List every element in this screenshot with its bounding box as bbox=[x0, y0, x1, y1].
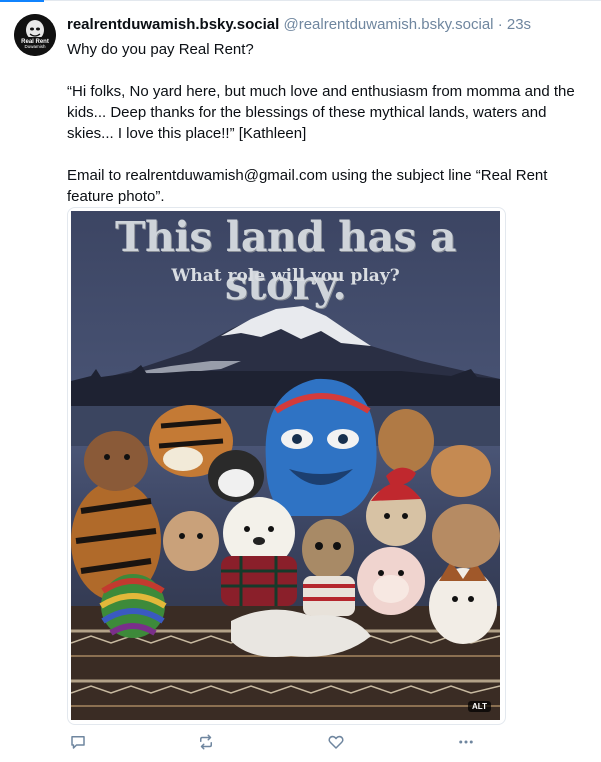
sign-subtitle: What role will you play? bbox=[171, 266, 400, 286]
like-button[interactable] bbox=[325, 731, 347, 753]
heart-icon bbox=[328, 735, 344, 749]
sign-title: This land has a story. bbox=[115, 213, 456, 309]
post-paragraph-1: Why do you pay Real Rent? bbox=[67, 41, 254, 58]
post-actions bbox=[67, 731, 587, 753]
post-header: realrentduwamish.bsky.social @realrentdu… bbox=[67, 16, 587, 34]
post-paragraph-2: “Hi folks, No yard here, but much love a… bbox=[67, 83, 575, 142]
more-options-button[interactable] bbox=[455, 731, 477, 753]
alt-badge[interactable]: ALT bbox=[468, 701, 491, 712]
photo-content: This land has a story. What role will yo… bbox=[71, 211, 500, 720]
header-separator: · bbox=[497, 16, 503, 33]
post-image[interactable]: This land has a story. What role will yo… bbox=[67, 207, 506, 725]
display-name[interactable]: realrentduwamish.bsky.social bbox=[67, 16, 279, 33]
post-text: Why do you pay Real Rent? “Hi folks, No … bbox=[67, 39, 587, 207]
avatar-text-line2: Duwamish bbox=[24, 44, 46, 49]
ellipsis-icon bbox=[459, 740, 473, 744]
handle[interactable]: @realrentduwamish.bsky.social bbox=[283, 16, 493, 33]
post: Real Rent Duwamish realrentduwamish.bsky… bbox=[0, 0, 601, 762]
repost-arrows-icon bbox=[200, 734, 212, 750]
avatar[interactable]: Real Rent Duwamish bbox=[14, 14, 56, 56]
speech-bubble-icon bbox=[71, 736, 85, 749]
timestamp[interactable]: 23s bbox=[507, 16, 531, 33]
reply-button[interactable] bbox=[67, 731, 89, 753]
post-paragraph-3: Email to realrentduwamish@gmail.com usin… bbox=[67, 167, 548, 205]
repost-button[interactable] bbox=[195, 731, 217, 753]
